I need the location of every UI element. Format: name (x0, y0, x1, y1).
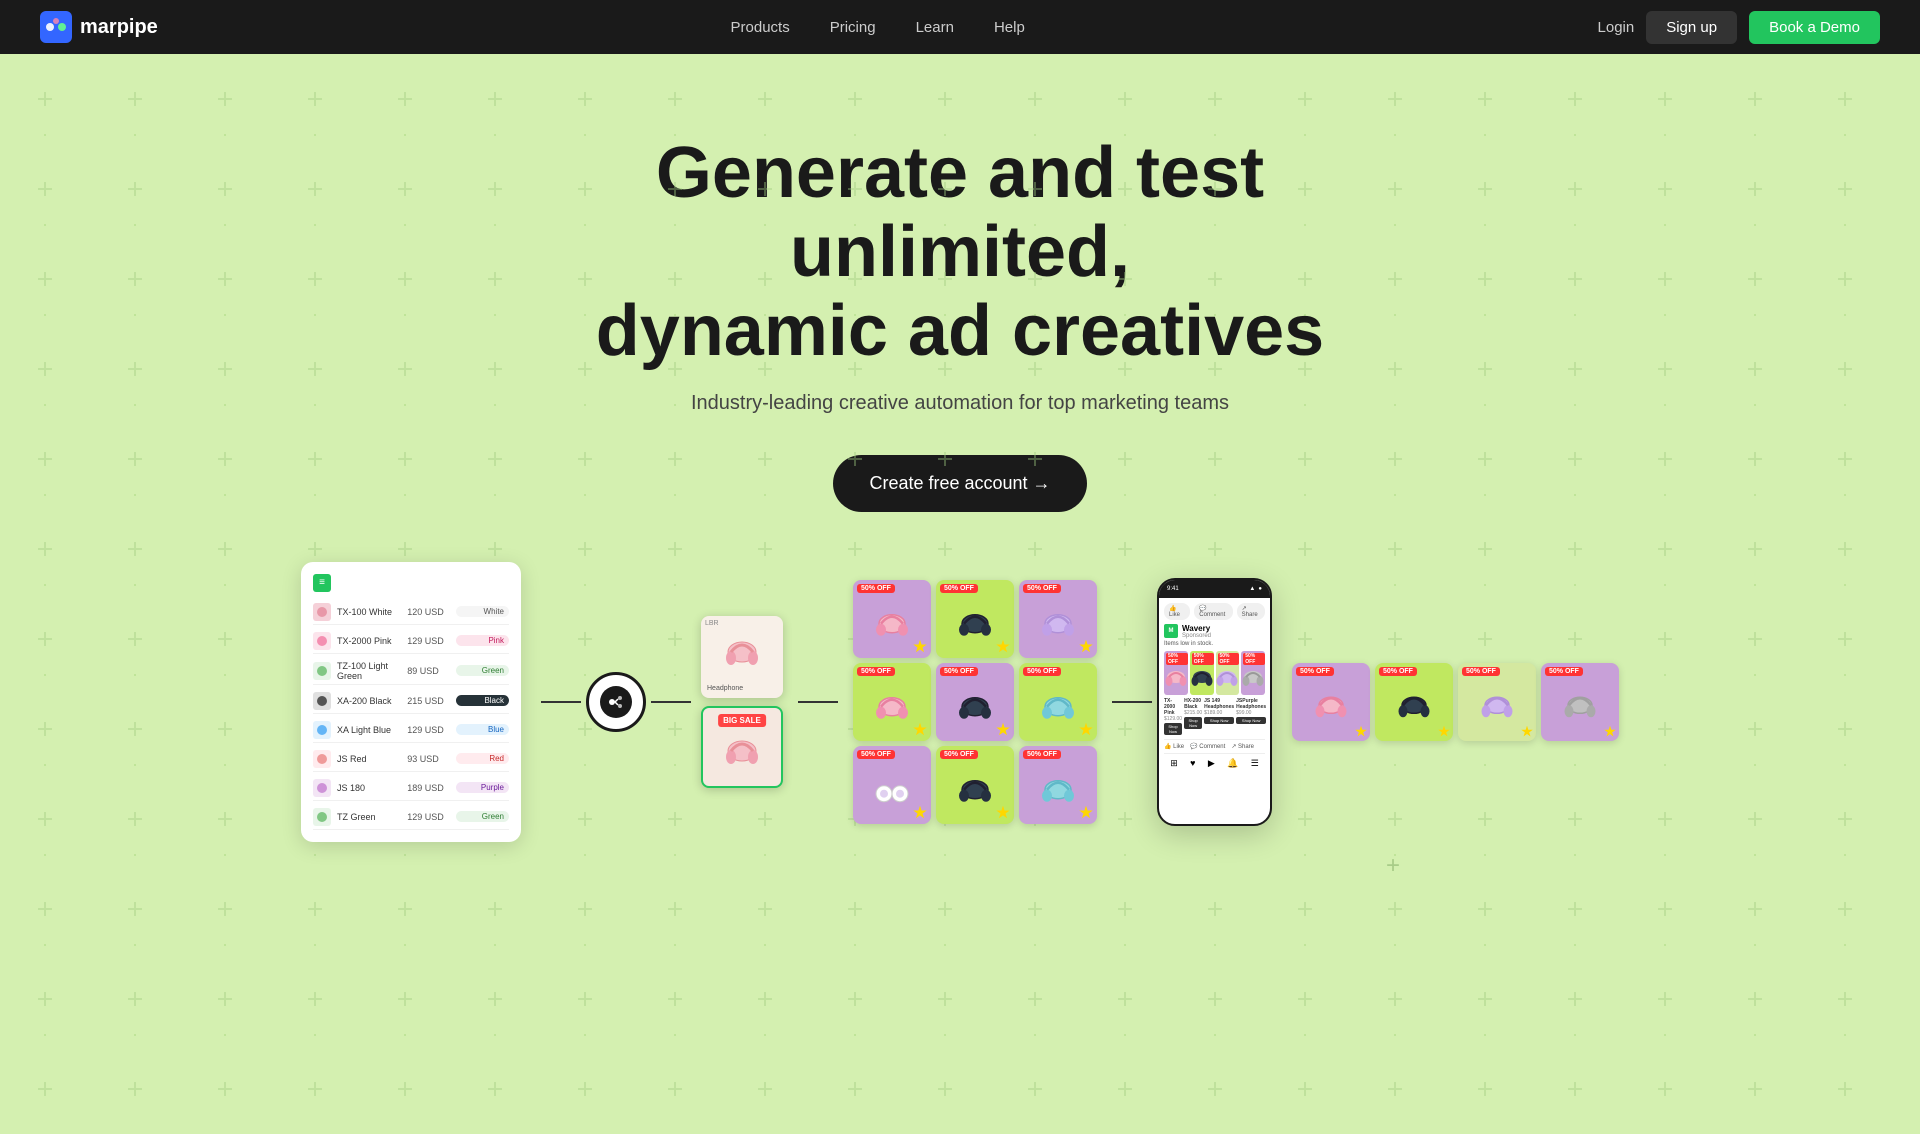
table-row: TX-2000 Pink 129 USD Pink (313, 629, 509, 654)
ad-cell: 50% OFF (1019, 663, 1097, 741)
ad-cell: 50% OFF (1019, 746, 1097, 824)
nav-learn[interactable]: Learn (916, 19, 954, 36)
book-demo-button[interactable]: Book a Demo (1749, 11, 1880, 44)
processor-icon (600, 686, 632, 718)
spreadsheet-panel: ≡ TX-100 White 120 USD White TX-2000 Pin… (301, 562, 521, 842)
table-row: TX-100 White 120 USD White (313, 600, 509, 625)
phone-ad-grid: 50% OFF 50% OFF (1164, 651, 1265, 695)
hero-section: Generate and test unlimited, dynamic ad … (0, 54, 1920, 512)
login-button[interactable]: Login (1598, 19, 1635, 36)
wide-ad-cell: 50% OFF (1541, 663, 1619, 741)
nav-help[interactable]: Help (994, 19, 1025, 36)
wide-ad-cards: 50% OFF 50% OFF (1292, 663, 1619, 741)
logo-text: marpipe (80, 16, 158, 39)
ad-cell: 50% OFF (936, 580, 1014, 658)
ad-grid: 50% OFF 50% OFF (853, 580, 1097, 824)
phone-nav-bar: ⊞ ♥ ▶ 🔔 ☰ (1164, 753, 1265, 773)
navigation: marpipe Products Pricing Learn Help Logi… (0, 0, 1920, 54)
product-thumb (313, 721, 331, 739)
product-thumb (313, 603, 331, 621)
ad-cell: 50% OFF (853, 663, 931, 741)
table-row: TZ-100 Light Green 89 USD Green (313, 658, 509, 685)
ad-cell: 50% OFF (853, 746, 931, 824)
demo-illustration: ≡ TX-100 White 120 USD White TX-2000 Pin… (0, 562, 1920, 842)
wide-ad-row: 50% OFF 50% OFF (1292, 663, 1619, 741)
product-thumb (313, 750, 331, 768)
product-thumb (313, 692, 331, 710)
phone-social-actions: 👍 Like 💬 Comment ↗ Share (1164, 603, 1265, 620)
logo: marpipe (40, 11, 158, 43)
create-account-button[interactable]: Create free account → (833, 455, 1086, 512)
phone-ad-cell: 50% OFF (1164, 651, 1188, 695)
ad-cell: 50% OFF (1019, 580, 1097, 658)
table-row: TZ Green 129 USD Green (313, 805, 509, 830)
spreadsheet-rows: TX-100 White 120 USD White TX-2000 Pink … (313, 600, 509, 830)
hero-title: Generate and test unlimited, dynamic ad … (560, 134, 1360, 372)
phone-status-bar: 9:41 ▲● (1159, 580, 1270, 598)
product-thumb (313, 779, 331, 797)
ad-cell: 50% OFF (853, 580, 931, 658)
wide-ad-cell: 50% OFF (1375, 663, 1453, 741)
template-card-1: LBR Headphone (701, 616, 783, 698)
line-right (651, 701, 691, 703)
pipeline-connector (541, 672, 691, 732)
product-thumb (313, 632, 331, 650)
signup-button[interactable]: Sign up (1646, 11, 1737, 44)
nav-products[interactable]: Products (731, 19, 790, 36)
product-thumb (313, 662, 331, 680)
phone-ad-cell: 50% OFF (1190, 651, 1214, 695)
phone-ad-cell: 50% OFF (1216, 651, 1240, 695)
nav-links: Products Pricing Learn Help (731, 19, 1025, 36)
hero-subtitle: Industry-leading creative automation for… (0, 392, 1920, 415)
nav-actions: Login Sign up Book a Demo (1598, 11, 1880, 44)
phone-brand-row: M Wavery Sponsored (1164, 624, 1265, 639)
template-card-2: BIG SALE (701, 706, 783, 788)
wide-ad-cell: 50% OFF (1292, 663, 1370, 741)
phone-bottom-actions: 👍 Like 💬 Comment ↗ Share (1164, 739, 1265, 750)
product-thumb (313, 808, 331, 826)
processor-circle (586, 672, 646, 732)
ad-cell: 50% OFF (936, 746, 1014, 824)
phone-product-labels: TX-2000 Pink $129.00 Shop Now HX-200 Bla… (1164, 698, 1265, 735)
table-row: JS Red 93 USD Red (313, 747, 509, 772)
decorative-plus: + (0, 852, 1920, 880)
wide-ad-cell: 50% OFF (1458, 663, 1536, 741)
table-row: XA Light Blue 129 USD Blue (313, 718, 509, 743)
phone-ad-cell: 50% OFF (1241, 651, 1265, 695)
spreadsheet-icon: ≡ (313, 574, 331, 592)
ad-cell: 50% OFF (936, 663, 1014, 741)
arrow-to-phone (1112, 701, 1152, 703)
table-row: XA-200 Black 215 USD Black (313, 689, 509, 714)
arrow-to-grid (798, 701, 838, 703)
marpipe-logo-icon (40, 11, 72, 43)
line-left (541, 701, 581, 703)
template-cards: LBR Headphone BIG SALE (701, 616, 783, 788)
table-row: JS 180 189 USD Purple (313, 776, 509, 801)
nav-pricing[interactable]: Pricing (830, 19, 876, 36)
phone-mockup: 9:41 ▲● 👍 Like 💬 Comment ↗ Share M Waver… (1157, 578, 1272, 826)
phone-fb-content: 👍 Like 💬 Comment ↗ Share M Wavery Sponso… (1159, 598, 1270, 778)
